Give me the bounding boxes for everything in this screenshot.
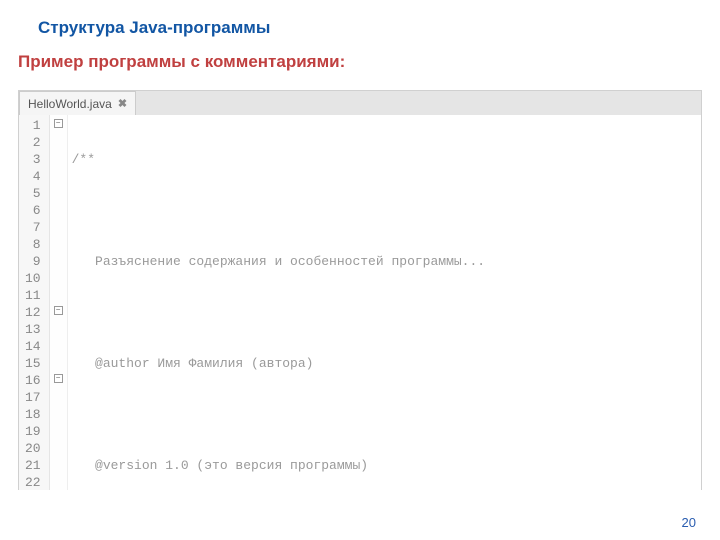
fold-column: − − − <box>50 115 68 490</box>
file-tab[interactable]: HelloWorld.java ✖ <box>19 91 136 115</box>
fold-toggle-icon[interactable]: − <box>54 306 63 315</box>
tab-filename: HelloWorld.java <box>28 97 112 111</box>
code-line: @author Имя Фамилия (автора) <box>72 355 603 372</box>
code-content[interactable]: /** Разъяснение содержания и особенносте… <box>68 115 603 490</box>
lineno: 4 <box>25 168 41 185</box>
code-line: /** <box>72 151 603 168</box>
lineno: 22 <box>25 474 41 490</box>
code-line: @version 1.0 (это версия программы) <box>72 457 603 474</box>
lineno: 14 <box>25 338 41 355</box>
close-icon[interactable]: ✖ <box>118 97 127 110</box>
fold-toggle-icon[interactable]: − <box>54 374 63 383</box>
lineno: 8 <box>25 236 41 253</box>
lineno: 21 <box>25 457 41 474</box>
fold-toggle-icon[interactable]: − <box>54 119 63 128</box>
lineno: 13 <box>25 321 41 338</box>
editor-tabbar: HelloWorld.java ✖ <box>19 91 701 115</box>
slide-title: Структура Java-программы <box>0 0 720 38</box>
lineno: 17 <box>25 389 41 406</box>
lineno: 20 <box>25 440 41 457</box>
lineno: 5 <box>25 185 41 202</box>
code-line <box>72 202 603 219</box>
slide-subtitle: Пример программы с комментариями: <box>0 38 720 72</box>
line-number-gutter: 1 2 3 4 5 6 7 8 9 10 11 12 13 14 15 16 1… <box>19 115 50 490</box>
editor-screenshot: HelloWorld.java ✖ 1 2 3 4 5 6 7 8 9 10 1… <box>18 90 702 490</box>
lineno: 12 <box>25 304 41 321</box>
code-line: Разъяснение содержания и особенностей пр… <box>72 253 603 270</box>
lineno: 18 <box>25 406 41 423</box>
lineno: 16 <box>25 372 41 389</box>
lineno: 19 <box>25 423 41 440</box>
code-area: 1 2 3 4 5 6 7 8 9 10 11 12 13 14 15 16 1… <box>19 115 701 490</box>
lineno: 10 <box>25 270 41 287</box>
lineno: 3 <box>25 151 41 168</box>
lineno: 2 <box>25 134 41 151</box>
code-line <box>72 304 603 321</box>
lineno: 7 <box>25 219 41 236</box>
lineno: 11 <box>25 287 41 304</box>
lineno: 6 <box>25 202 41 219</box>
lineno: 1 <box>25 117 41 134</box>
lineno: 9 <box>25 253 41 270</box>
page-number: 20 <box>682 515 696 530</box>
code-line <box>72 406 603 423</box>
lineno: 15 <box>25 355 41 372</box>
